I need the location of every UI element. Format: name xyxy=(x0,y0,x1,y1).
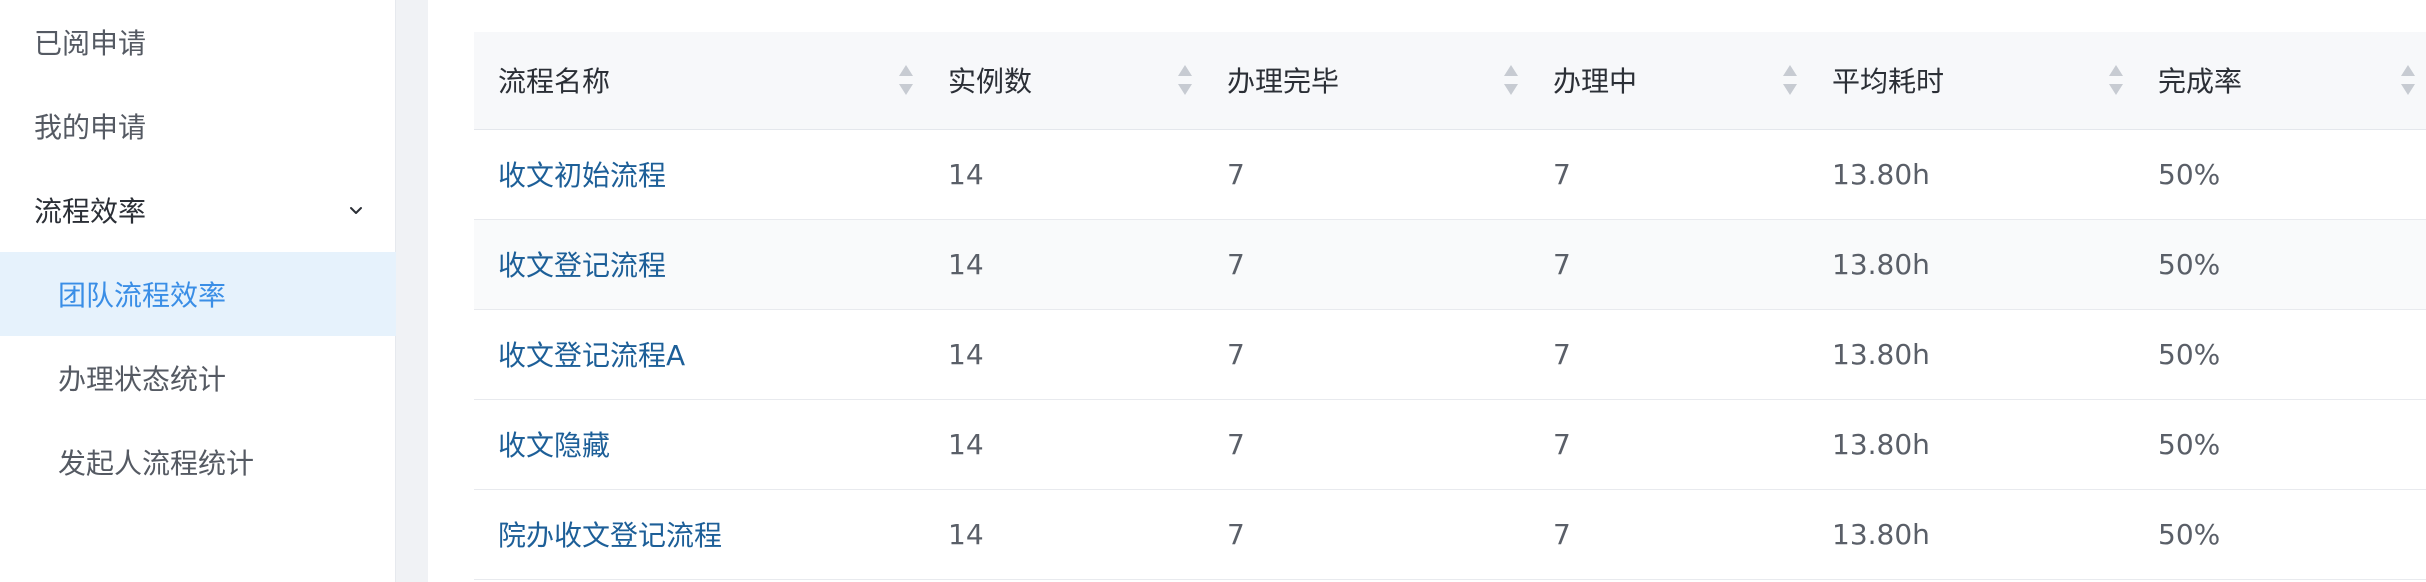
in-progress-cell: 7 xyxy=(1529,489,1808,580)
sort-icon[interactable] xyxy=(898,64,914,96)
sidebar-item-label: 办理状态统计 xyxy=(58,363,227,396)
process-name-link[interactable]: 收文登记流程 xyxy=(474,219,924,310)
in-progress-cell: 7 xyxy=(1529,129,1808,220)
column-header-instance-count[interactable]: 实例数 xyxy=(924,32,1203,130)
table-row: 院办收文登记流程 14 7 7 13.80h 50% xyxy=(474,489,2426,580)
column-header-completion-rate[interactable]: 完成率 xyxy=(2134,32,2426,130)
average-time-cell: 13.80h xyxy=(1808,399,2134,490)
completed-cell: 7 xyxy=(1203,129,1529,220)
column-header-completed[interactable]: 办理完毕 xyxy=(1203,32,1529,130)
sort-icon[interactable] xyxy=(1177,64,1193,96)
completed-cell: 7 xyxy=(1203,219,1529,310)
in-progress-cell: 7 xyxy=(1529,309,1808,400)
table-header: 流程名称 实例数 办理完毕 办理中 平均耗时 完成率 xyxy=(474,32,2426,130)
instance-count-cell: 14 xyxy=(924,399,1203,490)
sidebar-item-label: 已阅申请 xyxy=(34,27,147,60)
column-header-label: 实例数 xyxy=(948,65,1033,99)
average-time-cell: 13.80h xyxy=(1808,309,2134,400)
sidebar-item-initiator-process-stats[interactable]: 发起人流程统计 xyxy=(0,420,396,504)
sidebar-item-label: 发起人流程统计 xyxy=(58,447,255,480)
sidebar-item-team-process-efficiency[interactable]: 团队流程效率 xyxy=(0,252,396,336)
column-header-label: 完成率 xyxy=(2158,65,2243,99)
main-content: 流程名称 实例数 办理完毕 办理中 平均耗时 完成率 收文初始流程 14 7 7… xyxy=(397,0,2426,582)
completion-rate-cell: 50% xyxy=(2134,399,2426,490)
table-body: 收文初始流程 14 7 7 13.80h 50% 收文登记流程 14 7 7 1… xyxy=(474,129,2426,580)
sidebar-group-process-efficiency[interactable]: 流程效率 xyxy=(0,168,396,252)
sidebar-item-label: 我的申请 xyxy=(34,111,147,144)
column-header-label: 办理中 xyxy=(1553,65,1638,99)
column-header-label: 办理完毕 xyxy=(1227,65,1340,99)
average-time-cell: 13.80h xyxy=(1808,129,2134,220)
sidebar-item-read-applications[interactable]: 已阅申请 xyxy=(0,0,396,84)
completed-cell: 7 xyxy=(1203,489,1529,580)
in-progress-cell: 7 xyxy=(1529,399,1808,490)
average-time-cell: 13.80h xyxy=(1808,219,2134,310)
instance-count-cell: 14 xyxy=(924,489,1203,580)
process-name-link[interactable]: 收文隐藏 xyxy=(474,399,924,490)
sort-icon[interactable] xyxy=(2108,64,2124,96)
instance-count-cell: 14 xyxy=(924,219,1203,310)
completion-rate-cell: 50% xyxy=(2134,309,2426,400)
column-header-label: 平均耗时 xyxy=(1832,65,1945,99)
completion-rate-cell: 50% xyxy=(2134,129,2426,220)
sidebar-item-handling-status-stats[interactable]: 办理状态统计 xyxy=(0,336,396,420)
completed-cell: 7 xyxy=(1203,309,1529,400)
app-root: 已阅申请 我的申请 流程效率 团队流程效率 办理状态统计 发起人流程统计 流程名… xyxy=(0,0,2426,582)
sort-icon[interactable] xyxy=(1782,64,1798,96)
sidebar-item-label: 团队流程效率 xyxy=(58,279,227,312)
table-row: 收文登记流程A 14 7 7 13.80h 50% xyxy=(474,309,2426,400)
completion-rate-cell: 50% xyxy=(2134,219,2426,310)
column-header-process-name[interactable]: 流程名称 xyxy=(474,32,924,130)
process-efficiency-table: 流程名称 实例数 办理完毕 办理中 平均耗时 完成率 收文初始流程 14 7 7… xyxy=(474,32,2426,580)
process-name-link[interactable]: 收文登记流程A xyxy=(474,309,924,400)
column-header-average-time[interactable]: 平均耗时 xyxy=(1808,32,2134,130)
in-progress-cell: 7 xyxy=(1529,219,1808,310)
column-header-label: 流程名称 xyxy=(498,65,611,99)
completed-cell: 7 xyxy=(1203,399,1529,490)
chevron-down-icon xyxy=(346,200,366,220)
table-card: 流程名称 实例数 办理完毕 办理中 平均耗时 完成率 收文初始流程 14 7 7… xyxy=(428,0,2426,582)
instance-count-cell: 14 xyxy=(924,129,1203,220)
sidebar-item-label: 流程效率 xyxy=(34,195,147,228)
efficiency-table-wrapper: 流程名称 实例数 办理完毕 办理中 平均耗时 完成率 收文初始流程 14 7 7… xyxy=(474,32,2426,582)
table-row: 收文隐藏 14 7 7 13.80h 50% xyxy=(474,399,2426,490)
process-name-link[interactable]: 收文初始流程 xyxy=(474,129,924,220)
completion-rate-cell: 50% xyxy=(2134,489,2426,580)
table-row: 收文初始流程 14 7 7 13.80h 50% xyxy=(474,129,2426,220)
instance-count-cell: 14 xyxy=(924,309,1203,400)
table-row: 收文登记流程 14 7 7 13.80h 50% xyxy=(474,219,2426,310)
column-header-in-progress[interactable]: 办理中 xyxy=(1529,32,1808,130)
sort-icon[interactable] xyxy=(2400,64,2416,96)
sidebar: 已阅申请 我的申请 流程效率 团队流程效率 办理状态统计 发起人流程统计 xyxy=(0,0,396,582)
sort-icon[interactable] xyxy=(1503,64,1519,96)
sidebar-item-my-applications[interactable]: 我的申请 xyxy=(0,84,396,168)
average-time-cell: 13.80h xyxy=(1808,489,2134,580)
process-name-link[interactable]: 院办收文登记流程 xyxy=(474,489,924,580)
table-header-row: 流程名称 实例数 办理完毕 办理中 平均耗时 完成率 xyxy=(474,32,2426,130)
